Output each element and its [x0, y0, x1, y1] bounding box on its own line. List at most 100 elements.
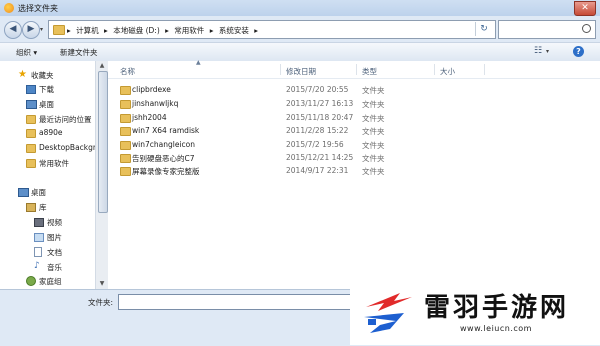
file-name: clipbrdexe — [132, 85, 171, 94]
folder-icon — [120, 167, 131, 176]
file-name: 屏幕录像专家完整版 — [132, 167, 200, 176]
column-type[interactable]: 类型 — [362, 66, 377, 77]
library-icon — [26, 203, 36, 212]
nav-label: 库 — [39, 203, 47, 212]
folder-label: 文件夹: — [88, 298, 114, 307]
file-row[interactable]: win7changleicon 2015/7/2 19:56 文件夹 — [108, 138, 438, 151]
navigation-pane: ★ 收藏夹 下载 桌面 最近访问的位置 a890e DesktopBackgr … — [0, 61, 96, 289]
nav-label: DesktopBackgr — [39, 143, 96, 152]
nav-label: 音乐 — [47, 263, 62, 272]
breadcrumb-common-software[interactable]: 常用软件 — [174, 26, 204, 35]
file-row[interactable]: win7 X64 ramdisk 2011/2/28 15:22 文件夹 — [108, 124, 438, 137]
file-type: 文件夹 — [362, 127, 385, 136]
folder-icon — [53, 25, 65, 35]
scroll-up-icon[interactable]: ▲ — [96, 61, 108, 71]
file-name: 告别硬盘恶心的C7 — [132, 154, 195, 163]
folder-icon — [120, 141, 131, 150]
view-dropdown-icon[interactable]: ▾ — [546, 48, 549, 55]
file-list: 名称 ▲ 修改日期 类型 大小 clipbrdexe 2015/7/20 20:… — [108, 59, 600, 289]
file-date: 2014/9/17 22:31 — [286, 166, 349, 175]
file-date: 2013/11/27 16:13 — [286, 99, 354, 108]
address-row: ◀ ▶ ▾ ▸ 计算机 ▸ 本地磁盘 (D:) ▸ 常用软件 ▸ 系统安装 ▸ … — [0, 16, 600, 40]
column-name[interactable]: 名称 — [120, 66, 135, 77]
folder-icon — [26, 129, 36, 138]
breadcrumb-separator[interactable]: ▸ — [165, 26, 169, 35]
refresh-button[interactable]: ↻ — [475, 22, 492, 36]
document-icon — [34, 247, 42, 257]
breadcrumb-drive-d[interactable]: 本地磁盘 (D:) — [113, 26, 160, 35]
folder-icon — [120, 154, 131, 163]
watermark-name: 雷羽手游网 — [424, 293, 570, 323]
file-name: win7 X64 ramdisk — [132, 126, 200, 135]
column-size[interactable]: 大小 — [440, 66, 455, 77]
forward-button[interactable]: ▶ — [22, 21, 40, 39]
close-button[interactable]: ✕ — [574, 1, 596, 16]
column-header-row: 名称 ▲ 修改日期 类型 大小 — [108, 59, 600, 79]
nav-label: 图片 — [47, 233, 62, 242]
leiyu-logo-icon — [364, 293, 412, 333]
file-name: jshh2004 — [132, 113, 167, 122]
breadcrumb-separator[interactable]: ▸ — [67, 26, 71, 35]
breadcrumb-separator[interactable]: ▸ — [104, 26, 108, 35]
file-row[interactable]: 告别硬盘恶心的C7 2015/12/21 14:25 文件夹 — [108, 151, 438, 164]
file-type: 文件夹 — [362, 154, 385, 163]
file-name: jinshanwljkq — [132, 99, 179, 108]
recent-pages-dropdown[interactable]: ▾ — [40, 26, 43, 33]
scroll-thumb[interactable] — [98, 71, 108, 213]
nav-label: 桌面 — [39, 100, 54, 109]
scroll-down-icon[interactable]: ▼ — [96, 279, 108, 289]
watermark-url: www.leiucn.com — [460, 324, 532, 333]
column-divider[interactable] — [484, 64, 485, 75]
breadcrumb-system-install[interactable]: 系统安装 — [219, 26, 249, 35]
file-row[interactable]: jshh2004 2015/11/18 20:47 文件夹 — [108, 111, 438, 124]
address-bar[interactable]: ▸ 计算机 ▸ 本地磁盘 (D:) ▸ 常用软件 ▸ 系统安装 ▸ ▾ ↻ — [48, 20, 507, 39]
nav-scrollbar[interactable]: ▲ ▼ — [95, 61, 108, 289]
breadcrumb-computer[interactable]: 计算机 — [76, 26, 99, 35]
picture-icon — [34, 233, 44, 242]
nav-label: 视频 — [47, 218, 62, 227]
column-divider[interactable] — [280, 64, 281, 75]
help-button[interactable]: ? — [573, 46, 584, 57]
search-input[interactable] — [498, 20, 596, 39]
star-icon: ★ — [18, 69, 27, 80]
title-bar: 选择文件夹 ✕ — [0, 0, 600, 16]
column-modified[interactable]: 修改日期 — [286, 66, 316, 77]
desktop-icon — [26, 100, 37, 109]
homegroup-icon — [26, 276, 36, 286]
file-name: win7changleicon — [132, 140, 195, 149]
organize-menu[interactable]: 组织 ▾ — [16, 47, 37, 58]
file-date: 2015/12/21 14:25 — [286, 153, 354, 162]
command-bar: 组织 ▾ 新建文件夹 ☷ ▾ ? — [0, 42, 600, 62]
column-divider[interactable] — [356, 64, 357, 75]
recent-places-icon — [26, 115, 36, 124]
file-type: 文件夹 — [362, 114, 385, 123]
folder-icon — [26, 144, 36, 153]
column-divider[interactable] — [434, 64, 435, 75]
folder-name-input[interactable] — [118, 294, 356, 310]
file-row[interactable]: 屏幕录像专家完整版 2014/9/17 22:31 文件夹 — [108, 164, 438, 177]
file-type: 文件夹 — [362, 86, 385, 95]
nav-label: 最近访问的位置 — [39, 115, 92, 124]
app-logo-icon — [4, 3, 14, 13]
folder-icon — [120, 114, 131, 123]
file-type: 文件夹 — [362, 141, 385, 150]
view-options-icon[interactable]: ☷ — [534, 46, 542, 56]
breadcrumb-separator[interactable]: ▸ — [210, 26, 214, 35]
file-row[interactable]: clipbrdexe 2015/7/20 20:55 文件夹 — [108, 83, 438, 96]
folder-icon — [120, 100, 131, 109]
back-button[interactable]: ◀ — [4, 21, 22, 39]
breadcrumb: ▸ 计算机 ▸ 本地磁盘 (D:) ▸ 常用软件 ▸ 系统安装 ▸ — [67, 25, 261, 36]
new-folder-button[interactable]: 新建文件夹 — [60, 47, 98, 58]
folder-icon — [120, 86, 131, 95]
nav-label: 文档 — [47, 248, 62, 257]
video-icon — [34, 218, 44, 227]
file-row[interactable]: jinshanwljkq 2013/11/27 16:13 文件夹 — [108, 97, 438, 110]
file-date: 2011/2/28 15:22 — [286, 126, 349, 135]
breadcrumb-separator[interactable]: ▸ — [254, 26, 258, 35]
nav-label: a890e — [39, 128, 63, 137]
folder-icon — [120, 127, 131, 136]
file-type: 文件夹 — [362, 167, 385, 176]
nav-label: 桌面 — [31, 188, 46, 197]
desktop-icon — [18, 188, 29, 197]
nav-label: 收藏夹 — [31, 71, 54, 80]
